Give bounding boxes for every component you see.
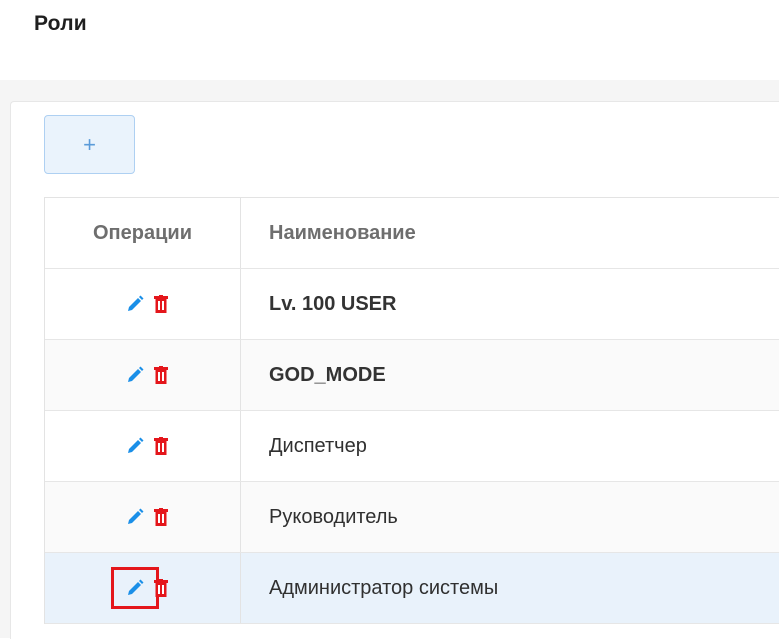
operations-cell [45, 553, 241, 623]
trash-icon[interactable] [153, 579, 168, 597]
table-row: Руководитель [45, 482, 779, 553]
roles-table: Операции Наименование Lv. 100 USER GOD_M… [44, 197, 779, 624]
edit-icon[interactable] [124, 435, 146, 457]
role-name: Руководитель [269, 505, 398, 528]
column-header-operations: Операции [45, 198, 241, 268]
role-name: Администратор системы [269, 576, 499, 599]
column-header-name: Наименование [269, 221, 416, 244]
trash-icon[interactable] [153, 295, 168, 313]
table-row: Диспетчер [45, 411, 779, 482]
operations-cell [45, 340, 241, 410]
operations-cell [45, 482, 241, 552]
table-row-selected: Администратор системы [45, 553, 779, 624]
role-name: Диспетчер [269, 434, 367, 457]
role-name: Lv. 100 USER [269, 292, 397, 315]
edit-icon[interactable] [124, 506, 146, 528]
table-row: GOD_MODE [45, 340, 779, 411]
operations-cell [45, 269, 241, 339]
edit-icon[interactable] [110, 567, 159, 609]
trash-icon[interactable] [153, 437, 168, 455]
page-title: Роли [34, 12, 87, 35]
trash-icon[interactable] [153, 508, 168, 526]
trash-icon[interactable] [153, 366, 168, 384]
edit-icon[interactable] [124, 364, 146, 386]
edit-icon[interactable] [124, 293, 146, 315]
roles-card: + Операции Наименование Lv. 100 USER GOD… [10, 101, 779, 639]
table-row: Lv. 100 USER [45, 269, 779, 340]
operations-cell [45, 411, 241, 481]
table-header-row: Операции Наименование [45, 198, 779, 269]
role-name: GOD_MODE [269, 363, 386, 386]
add-role-button[interactable]: + [44, 115, 135, 174]
